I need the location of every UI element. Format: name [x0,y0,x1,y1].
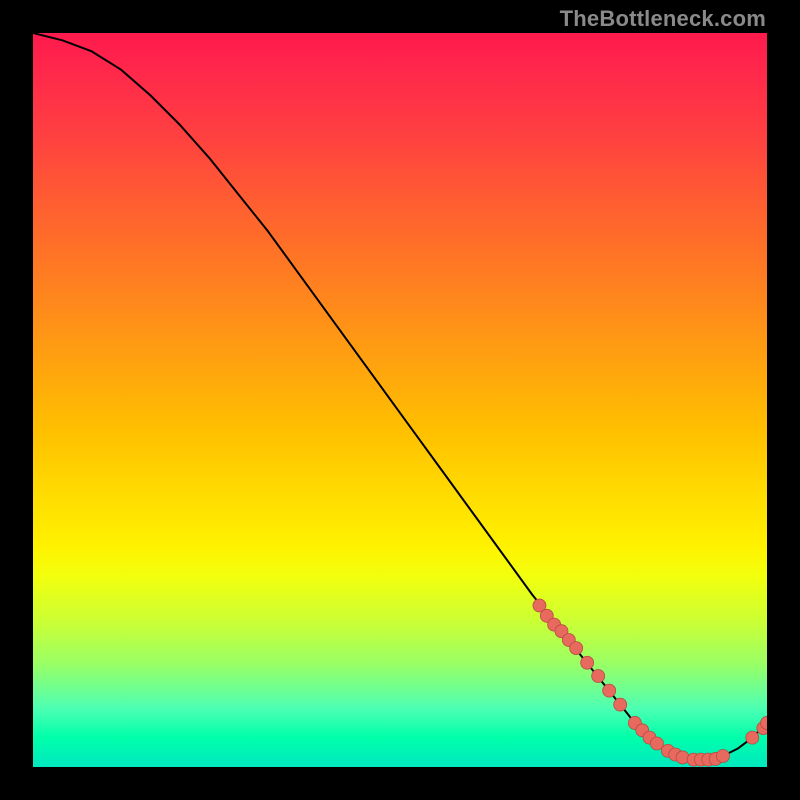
chart-stage: TheBottleneck.com [0,0,800,800]
marker-dot [746,731,759,744]
marker-dot [614,698,627,711]
marker-dot [716,749,729,762]
bottleneck-curve [33,33,767,760]
highlight-dots [533,599,767,766]
marker-dot [603,684,616,697]
watermark-text: TheBottleneck.com [560,6,766,32]
chart-svg [33,33,767,767]
marker-dot [592,669,605,682]
marker-dot [581,656,594,669]
marker-dot [570,642,583,655]
plot-area [33,33,767,767]
marker-dot [650,737,663,750]
